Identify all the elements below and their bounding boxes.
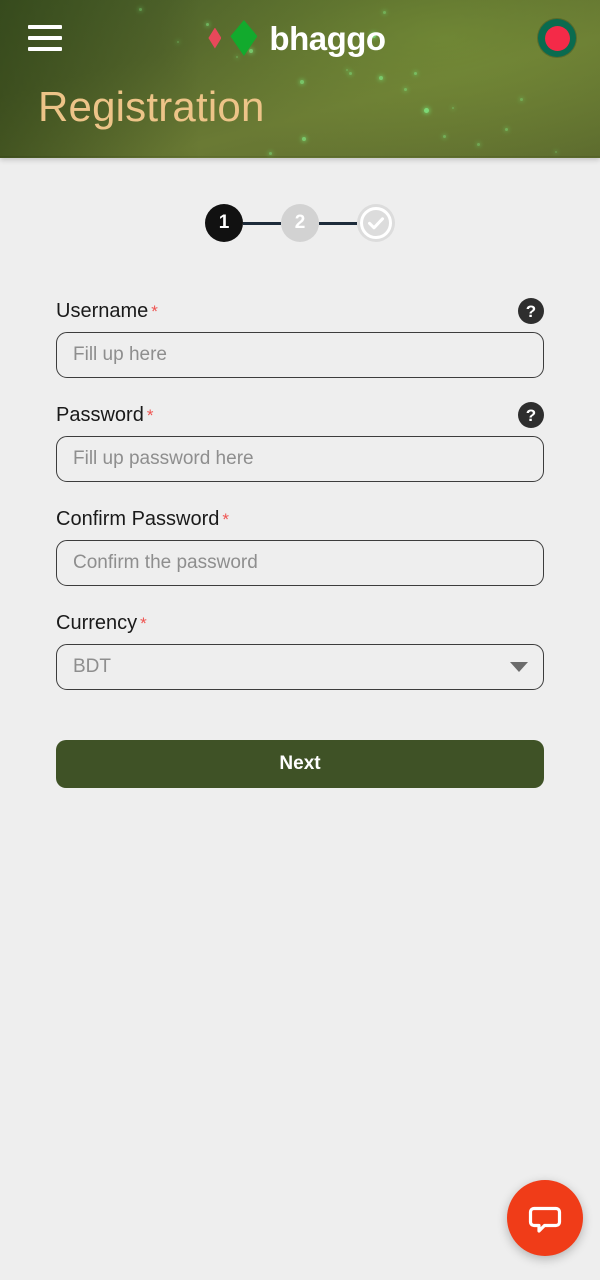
required-asterisk: * xyxy=(222,509,230,529)
field-confirm-password-head: Confirm Password * xyxy=(56,506,544,532)
password-input[interactable] xyxy=(56,436,544,482)
green-diamond-icon xyxy=(230,20,258,56)
flag-red-circle xyxy=(544,25,570,51)
currency-selected-value: BDT xyxy=(73,656,111,677)
label-username-text: Username xyxy=(56,299,149,322)
field-confirm-password: Confirm Password * xyxy=(56,506,544,586)
bangladesh-flag-icon[interactable] xyxy=(538,19,576,57)
required-asterisk: * xyxy=(146,405,154,425)
label-confirm-password-text: Confirm Password xyxy=(56,507,220,530)
app-header: bhaggo Registration xyxy=(0,0,600,158)
hamburger-menu-icon[interactable] xyxy=(28,25,62,51)
field-password: Password * ? xyxy=(56,402,544,482)
chat-bubble-icon[interactable] xyxy=(507,1180,583,1256)
registration-form: Username* ? Password* ? Confirm Password… xyxy=(0,298,600,788)
header-top-bar: bhaggo xyxy=(0,0,600,76)
question-mark-icon-password[interactable]: ? xyxy=(518,402,544,428)
label-password: Password * xyxy=(56,404,153,427)
stepper-connector-1 xyxy=(243,221,281,225)
help-label: ? xyxy=(525,405,537,425)
red-diamond-icon xyxy=(208,27,222,49)
required-asterisk: * xyxy=(151,301,158,321)
brand-logo[interactable]: bhaggo xyxy=(208,19,386,57)
page-title: Registration xyxy=(38,83,265,130)
help-label: ? xyxy=(525,301,537,321)
label-password-text: Password xyxy=(56,403,144,426)
stepper-step-1[interactable]: 1 xyxy=(205,204,243,242)
label-confirm-password: Confirm Password * xyxy=(56,508,229,531)
stepper-step-2-label: 2 xyxy=(294,212,306,233)
question-mark-icon-username[interactable]: ? xyxy=(518,298,544,324)
chat-bubble-glyph xyxy=(528,1206,562,1233)
field-username: Username * ? xyxy=(56,298,544,378)
next-button[interactable]: Next xyxy=(56,740,544,788)
confirm-password-input[interactable] xyxy=(56,540,544,586)
label-currency-text: Currency xyxy=(56,611,138,634)
field-currency: Currency * BDT xyxy=(56,610,544,690)
field-password-head: Password * ? xyxy=(56,402,544,428)
currency-select[interactable]: BDT xyxy=(56,644,544,690)
registration-stepper: 1 2 xyxy=(0,204,600,242)
check-circle-icon xyxy=(357,204,395,242)
stepper-step-1-label: 1 xyxy=(218,212,230,233)
brand-name: bhaggo xyxy=(269,19,386,57)
stepper-step-2[interactable]: 2 xyxy=(281,204,319,242)
username-input[interactable] xyxy=(56,332,544,378)
label-username: Username * xyxy=(56,300,158,323)
required-asterisk: * xyxy=(140,613,147,633)
field-username-head: Username * ? xyxy=(56,298,544,324)
field-currency-head: Currency * xyxy=(56,610,544,636)
stepper-connector-2 xyxy=(319,221,357,225)
stepper-step-3[interactable] xyxy=(357,204,395,242)
currency-select-wrap[interactable]: BDT xyxy=(56,644,544,690)
label-currency: Currency * xyxy=(56,612,147,635)
